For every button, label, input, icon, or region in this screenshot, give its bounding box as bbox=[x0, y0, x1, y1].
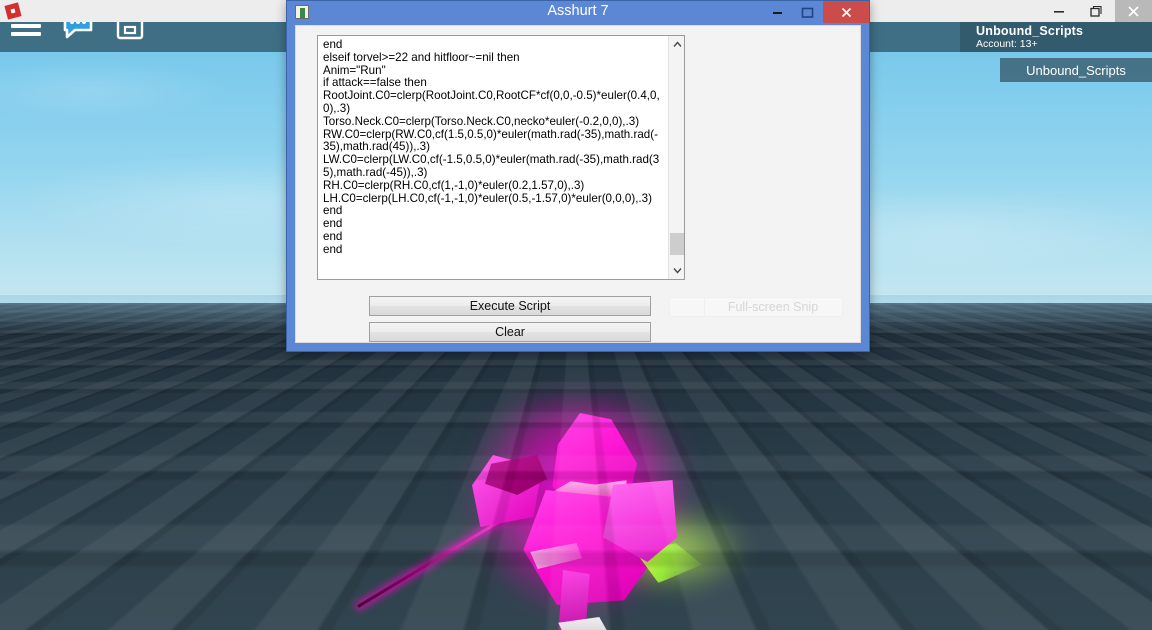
maximize-icon bbox=[801, 6, 814, 19]
scrollbar-thumb[interactable] bbox=[670, 233, 684, 255]
os-maximize-button[interactable] bbox=[1077, 0, 1114, 22]
chevron-up-icon[interactable] bbox=[669, 36, 685, 53]
exploit-window[interactable]: Asshurt 7 end elseif torvel>=22 and hitf… bbox=[286, 0, 870, 352]
player-info-panel: Unbound_Scripts Account: 13+ bbox=[960, 22, 1152, 52]
clear-button[interactable]: Clear bbox=[369, 322, 651, 342]
player-account-label: Account: 13+ bbox=[976, 38, 1152, 51]
fullscreen-snip-button: Full-screen Snip bbox=[669, 297, 843, 317]
minimize-icon bbox=[771, 6, 783, 18]
maximize-icon bbox=[1090, 5, 1102, 17]
os-close-button[interactable] bbox=[1115, 0, 1152, 22]
minimize-icon bbox=[1053, 5, 1065, 17]
window-controls bbox=[761, 1, 869, 23]
execute-script-button[interactable]: Execute Script bbox=[369, 296, 651, 316]
player-avatar bbox=[340, 395, 720, 630]
script-input[interactable] bbox=[318, 36, 668, 279]
window-maximize-button[interactable] bbox=[792, 1, 823, 23]
script-editor[interactable] bbox=[317, 35, 685, 280]
os-window-controls bbox=[1040, 0, 1152, 22]
chevron-down-icon[interactable] bbox=[669, 262, 685, 279]
window-close-button[interactable] bbox=[823, 1, 869, 23]
script-editor-scrollbar[interactable] bbox=[668, 36, 684, 279]
window-title-bar[interactable]: Asshurt 7 bbox=[287, 1, 869, 23]
window-content-panel: Execute Script Clear Full-screen Snip bbox=[295, 25, 861, 343]
player-list-item[interactable]: Unbound_Scripts bbox=[1000, 58, 1152, 82]
hamburger-bar bbox=[11, 24, 41, 28]
close-icon bbox=[1127, 5, 1140, 18]
hamburger-bar bbox=[11, 32, 41, 36]
roblox-logo-icon bbox=[4, 2, 22, 20]
window-minimize-button[interactable] bbox=[761, 1, 792, 23]
player-name: Unbound_Scripts bbox=[976, 24, 1152, 38]
close-icon bbox=[840, 6, 853, 19]
chevron-down-glyph bbox=[673, 267, 682, 274]
chevron-up-glyph bbox=[673, 41, 682, 48]
os-minimize-button[interactable] bbox=[1040, 0, 1077, 22]
